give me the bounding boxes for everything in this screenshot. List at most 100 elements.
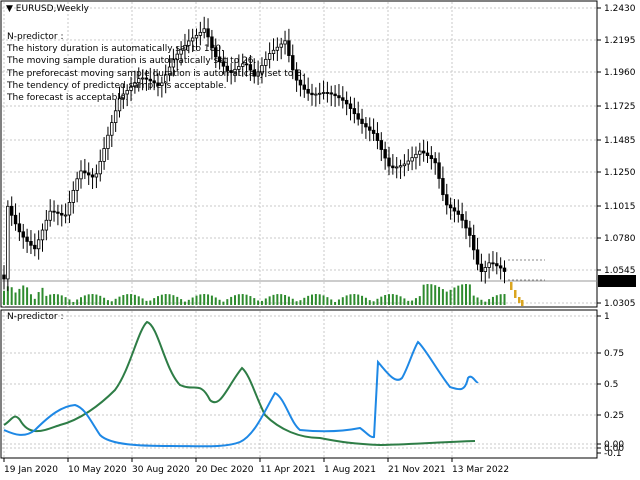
time-tick-label: 30 Aug 2020 [132, 465, 190, 475]
candle-body [321, 92, 326, 94]
volume-bar [153, 298, 156, 305]
volume-bar [168, 294, 171, 305]
volume-bar [87, 294, 90, 305]
volume-bar [472, 295, 475, 305]
candle-body [310, 92, 314, 96]
candle-body [379, 140, 383, 150]
candle-body [406, 160, 410, 165]
volume-bar [418, 296, 421, 305]
candle-body [17, 223, 22, 233]
price-tick-label: 1.2430 [604, 4, 636, 14]
volume-bar [226, 299, 229, 305]
candle-body [40, 229, 45, 241]
volume-bar [353, 294, 356, 305]
volume-bar [264, 298, 267, 305]
candle-body [356, 113, 360, 120]
symbol-title[interactable]: ▼ EURUSD,Weekly [6, 4, 89, 14]
candle-body [348, 103, 353, 109]
indicator-tick-label: 0.25 [604, 411, 624, 421]
candle-body [498, 265, 503, 269]
candle-body [75, 178, 79, 191]
volume-bar [53, 294, 56, 305]
time-tick-label: 19 Jan 2020 [4, 465, 58, 475]
volume-bar [130, 294, 133, 305]
candle-body [44, 219, 49, 231]
volume-bar [214, 297, 217, 305]
volume-bar [172, 295, 175, 305]
volume-bar [438, 286, 441, 305]
candle-body [333, 93, 337, 97]
candle-body [414, 153, 418, 159]
candle-body [456, 210, 460, 215]
volume-bar [276, 294, 279, 305]
candle-body [6, 205, 10, 280]
volume-bar [126, 294, 129, 305]
volume-bar [372, 301, 375, 305]
volume-bar [307, 295, 310, 305]
volume-bar [434, 285, 437, 305]
volume-bar [303, 297, 306, 305]
forecast-bar [514, 290, 517, 298]
candle-body [110, 122, 114, 136]
volume-bar [399, 296, 402, 305]
volume-bar [341, 297, 344, 305]
candle-body [402, 163, 407, 167]
candle-body [29, 241, 33, 246]
candle-body [90, 174, 95, 178]
volume-bar [322, 295, 325, 305]
volume-bar [249, 296, 252, 305]
volume-bar [164, 294, 167, 305]
volume-bar [488, 299, 491, 305]
price-tick-label: 1.2195 [604, 36, 636, 46]
volume-bar [441, 289, 444, 305]
forecast-bar [521, 300, 524, 306]
forecast-bar [518, 297, 521, 303]
candle-body [375, 133, 380, 141]
candle-body [102, 148, 106, 162]
triangle-down-icon[interactable]: ▼ [6, 4, 13, 14]
volume-bar [133, 294, 136, 305]
volume-bar [60, 295, 63, 305]
candle-body [368, 126, 372, 131]
candle-body [383, 149, 387, 159]
candle-body [433, 158, 437, 164]
volume-bar [187, 299, 190, 305]
price-tick-label: 1.1725 [604, 102, 636, 112]
indicator-tick-label: -0.1 [604, 449, 622, 459]
candle-body [495, 263, 499, 267]
info-line: The tendency of predicted sample is acce… [7, 80, 227, 91]
volume-bar [449, 289, 452, 305]
volume-bar [380, 296, 383, 305]
candle-body [394, 166, 399, 169]
volume-bar [280, 294, 283, 305]
volume-bar [22, 285, 25, 305]
candle-body [329, 92, 333, 95]
time-tick-label: 11 Apr 2021 [260, 465, 316, 475]
volume-bar [222, 301, 225, 305]
volume-bar [453, 287, 456, 305]
volume-bar [422, 284, 425, 305]
volume-bar [268, 296, 271, 305]
symbol-label: EURUSD,Weekly [15, 4, 89, 14]
volume-bar [157, 296, 159, 305]
volume-bar [414, 298, 417, 305]
volume-bar [218, 299, 221, 305]
candle-body [460, 213, 464, 221]
volume-bar [3, 290, 5, 305]
info-line: The preforecast moving sample duration i… [7, 68, 305, 79]
volume-bar [314, 294, 317, 305]
candle-body [429, 155, 434, 160]
price-tick-label: 1.0545 [604, 266, 636, 276]
volume-bar [465, 284, 467, 305]
candle-body [48, 210, 52, 221]
volume-bar [56, 294, 59, 305]
volume-bar [83, 295, 86, 305]
price-tick-label: 1.1250 [604, 168, 636, 178]
volume-bar [137, 296, 140, 305]
candle-body [410, 157, 414, 162]
candle-body [98, 160, 102, 175]
volume-bar [118, 296, 121, 305]
volume-bar [260, 300, 263, 305]
candle-body [483, 267, 487, 272]
volume-bar [291, 298, 294, 305]
